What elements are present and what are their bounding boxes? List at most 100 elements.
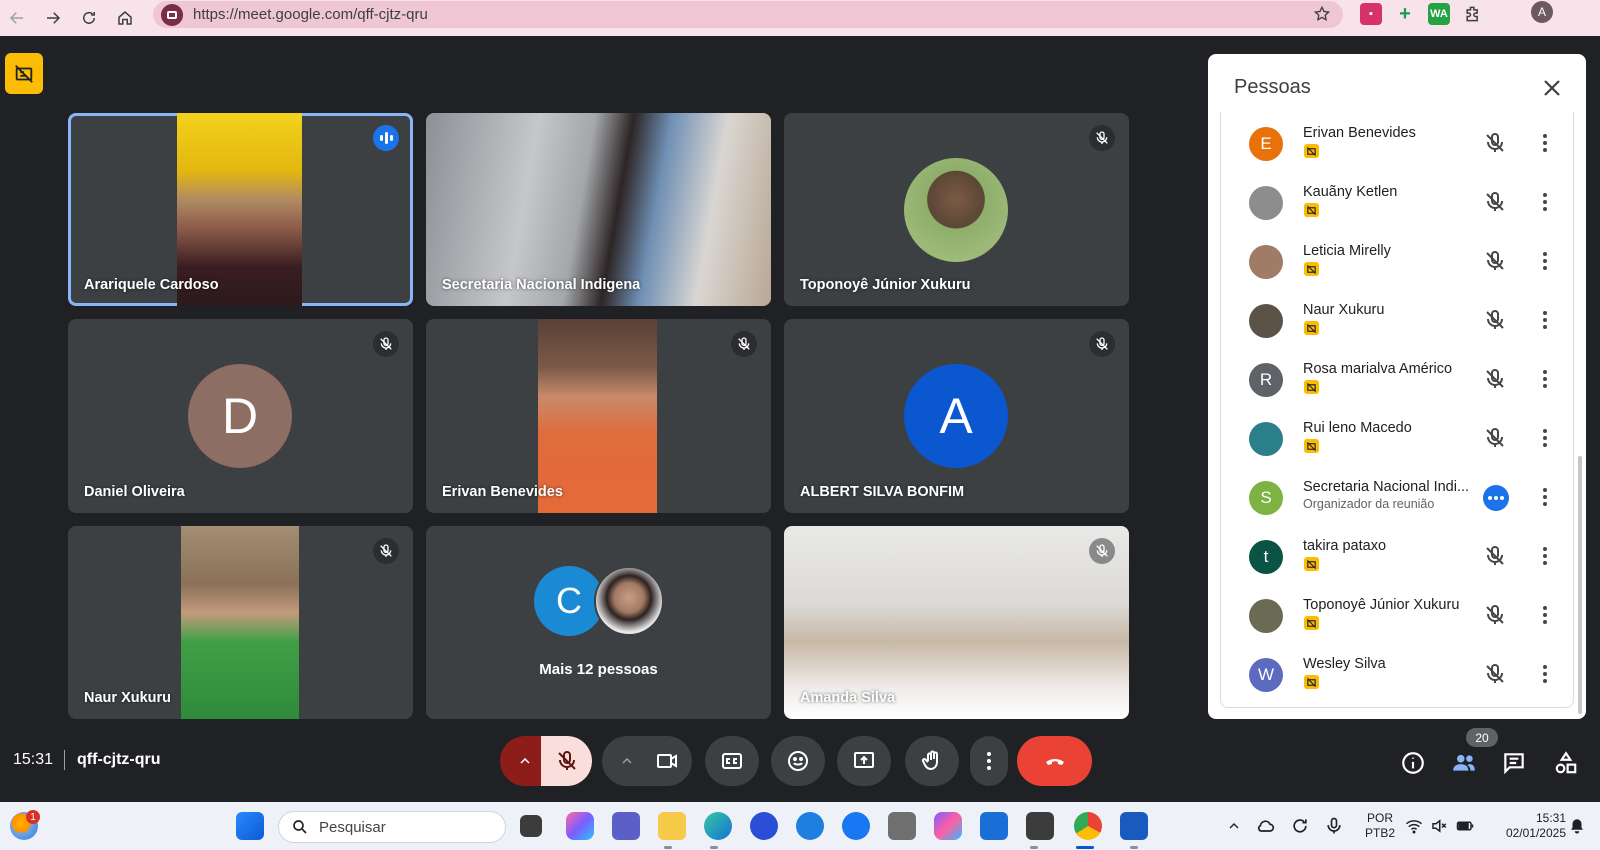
more-vert-icon[interactable] [1533,603,1557,627]
task-view-icon[interactable] [520,815,542,837]
participant-list-item[interactable]: Leticia Mirelly [1221,235,1573,294]
participant-list-item[interactable]: S Secretaria Nacional Indi... Organizador … [1221,471,1573,530]
participant-list-item[interactable]: Kauãny Ketlen [1221,176,1573,235]
mic-off-icon[interactable] [1483,544,1507,568]
bookmark-star-icon[interactable] [1313,5,1331,23]
address-bar[interactable]: https://meet.google.com/qff-cjtz-qru [153,1,1343,28]
raise-hand-button[interactable] [905,736,959,786]
captions-button[interactable] [705,736,759,786]
sticky-notes-icon[interactable] [1026,812,1054,840]
more-vert-icon[interactable] [1533,131,1557,155]
volume-muted-icon[interactable] [1430,817,1448,835]
mic-off-icon [373,538,399,564]
mic-off-icon[interactable] [1483,603,1507,627]
app-c-icon[interactable] [750,812,778,840]
more-vert-icon[interactable] [1533,367,1557,391]
home-icon[interactable] [112,5,138,31]
participant-tile-toponoye[interactable]: Toponoyê Júnior Xukuru [784,113,1129,306]
sync-icon[interactable] [1290,816,1310,836]
more-participants-tile[interactable]: C Mais 12 pessoas [426,526,771,719]
battery-icon[interactable] [1455,817,1475,835]
camera-toggle-button[interactable] [642,736,692,786]
back-icon[interactable] [4,5,30,31]
participant-list-item[interactable]: Toponoyê Júnior Xukuru [1221,589,1573,648]
participant-avatar [1249,599,1283,633]
mic-off-icon[interactable] [1483,190,1507,214]
participant-tile-naur[interactable]: Naur Xukuru [68,526,413,719]
panel-scrollbar[interactable] [1578,456,1582,714]
notification-bell-icon[interactable] [1568,817,1586,835]
reload-icon[interactable] [76,5,102,31]
participant-list-item[interactable]: W Wesley Silva [1221,648,1573,707]
participant-avatar: R [1249,363,1283,397]
microphone-icon[interactable] [1324,816,1344,836]
participant-list-item[interactable]: t takira pataxo [1221,530,1573,589]
mic-off-icon[interactable] [1483,131,1507,155]
forward-icon[interactable] [40,5,66,31]
extension-icons: ▪ + WA [1360,3,1484,25]
more-vert-icon[interactable] [1533,249,1557,273]
more-vert-icon[interactable] [1533,190,1557,214]
mic-toggle-button[interactable] [541,736,592,786]
more-vert-icon[interactable] [1533,308,1557,332]
windows-start-icon[interactable] [236,812,264,840]
mic-off-icon[interactable] [1483,367,1507,391]
mic-off-icon[interactable] [1483,662,1507,686]
chrome-icon[interactable] [1074,812,1102,840]
cloud-icon[interactable] [1255,816,1275,836]
reactions-button[interactable] [771,736,825,786]
participant-tile-daniel[interactable]: D Daniel Oliveira [68,319,413,513]
search-placeholder: Pesquisar [319,818,386,836]
participant-name: Rui leno Macedo [1303,420,1412,436]
more-options-button[interactable] [970,736,1008,786]
chat-icon[interactable] [1501,750,1527,776]
more-vert-icon[interactable] [1533,485,1557,509]
mic-off-icon [731,331,757,357]
participant-list-item[interactable]: R Rosa marialva Américo [1221,353,1573,412]
extension-plus-icon[interactable]: + [1394,3,1416,25]
mic-off-icon[interactable] [1483,426,1507,450]
participant-list-item[interactable]: Naur Xukuru [1221,294,1573,353]
facebook-icon[interactable] [842,812,870,840]
present-screen-button[interactable] [837,736,891,786]
video-off-badge-icon [1304,380,1319,394]
extension-person-icon[interactable]: ▪ [1360,3,1382,25]
mic-off-icon[interactable] [1483,249,1507,273]
people-icon[interactable] [1451,750,1477,776]
copilot-icon[interactable] [566,812,594,840]
close-icon[interactable] [1540,76,1564,100]
extension-wa-icon[interactable]: WA [1428,3,1450,25]
word-icon[interactable] [1120,812,1148,840]
windows-taskbar: 1 Pesquisar POR PTB2 15:31 02/01/2025 [0,802,1600,850]
meeting-info-icon[interactable] [1400,750,1426,776]
leave-call-button[interactable] [1017,736,1092,786]
edge-icon[interactable] [704,812,732,840]
participant-tile-secretaria[interactable]: Secretaria Nacional Indigena [426,113,771,306]
language-indicator[interactable]: POR PTB2 [1362,811,1398,841]
browser-profile-avatar[interactable]: A [1531,1,1553,23]
participant-list-item[interactable]: E Erivan Benevides [1221,117,1573,176]
chevron-up-icon[interactable] [1226,818,1242,834]
activities-icon[interactable] [1553,750,1579,776]
more-vert-icon[interactable] [1533,544,1557,568]
taskbar-search[interactable]: Pesquisar [278,811,506,843]
participant-list-item[interactable]: Rui leno Macedo [1221,412,1573,471]
wifi-icon[interactable] [1405,817,1423,835]
extensions-puzzle-icon[interactable] [1462,3,1484,25]
more-vert-icon[interactable] [1533,662,1557,686]
status-badge-icon[interactable] [5,53,43,94]
app-sync-icon[interactable] [796,812,824,840]
teams-icon[interactable] [612,812,640,840]
mic-off-icon[interactable] [1483,308,1507,332]
more-vert-icon[interactable] [1533,426,1557,450]
participant-tile-erivan[interactable]: Erivan Benevides [426,319,771,513]
office-icon[interactable] [934,812,962,840]
file-explorer-icon[interactable] [658,812,686,840]
store-icon[interactable] [980,812,1008,840]
system-clock[interactable]: 15:31 02/01/2025 [1486,811,1566,841]
participant-tile-albert[interactable]: A ALBERT SILVA BONFIM [784,319,1129,513]
participant-tile-amanda[interactable]: Amanda Silva [784,526,1129,719]
participant-tile-arariquele[interactable]: Arariquele Cardoso [68,113,413,306]
app-m-icon[interactable] [888,812,916,840]
host-options-icon[interactable] [1483,485,1509,511]
